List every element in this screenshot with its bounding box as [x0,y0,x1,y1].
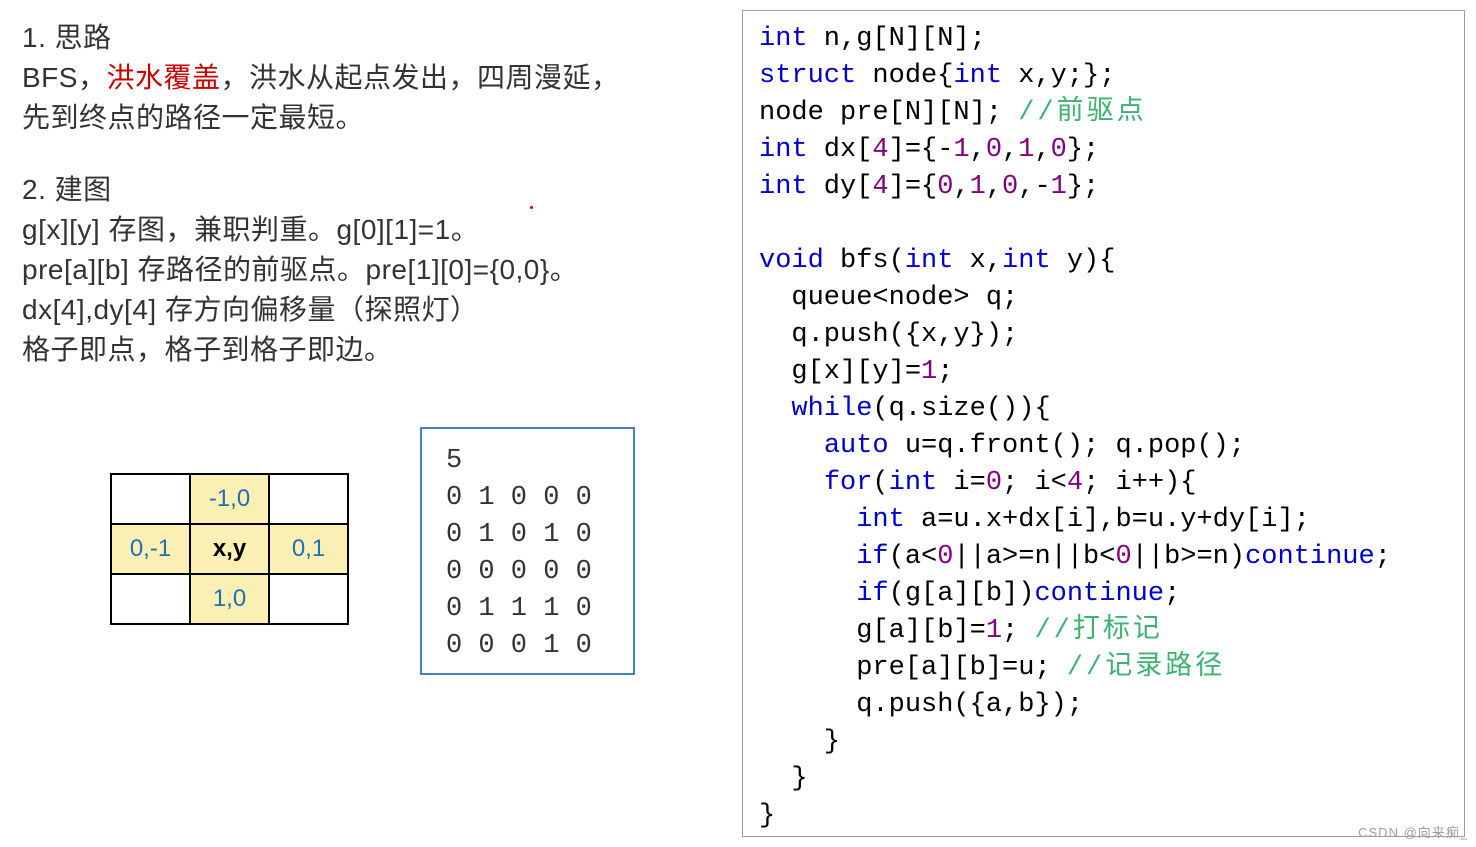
watermark: CSDN @向来痴_ [1358,822,1468,841]
cell-left: 0,-1 [111,524,190,574]
highlight-flood: 洪水覆盖 [106,62,220,93]
cell-right: 0,1 [269,524,348,574]
heading-1: 1. 思路 [22,18,712,58]
maze-input: 5 0 1 0 0 0 0 1 0 1 0 0 0 0 0 0 0 1 1 1 … [420,427,635,675]
heading-2: 2. 建图 [22,170,712,210]
cell-down: 1,0 [190,574,269,624]
line-3: g[x][y] 存图，兼职判重。g[0][1]=1。 [22,210,712,250]
line-6: 格子即点，格子到格子即边。 [22,330,712,370]
line-2: 先到终点的路径一定最短。 [22,98,712,138]
cell-center: x,y [190,524,269,574]
red-dot-marker [530,206,533,209]
line-4: pre[a][b] 存路径的前驱点。pre[1][0]={0,0}。 [22,250,712,290]
line-5: dx[4],dy[4] 存方向偏移量（探照灯） [22,290,712,330]
cell-up: -1,0 [190,474,269,524]
line-1: BFS，洪水覆盖，洪水从起点发出，四周漫延， [22,58,712,98]
explanation-text: 1. 思路 BFS，洪水覆盖，洪水从起点发出，四周漫延， 先到终点的路径一定最短… [22,18,712,370]
code-block: int n,g[N][N]; struct node{int x,y;}; no… [742,10,1465,837]
direction-grid: -1,0 0,-1x,y0,1 1,0 [110,473,349,625]
